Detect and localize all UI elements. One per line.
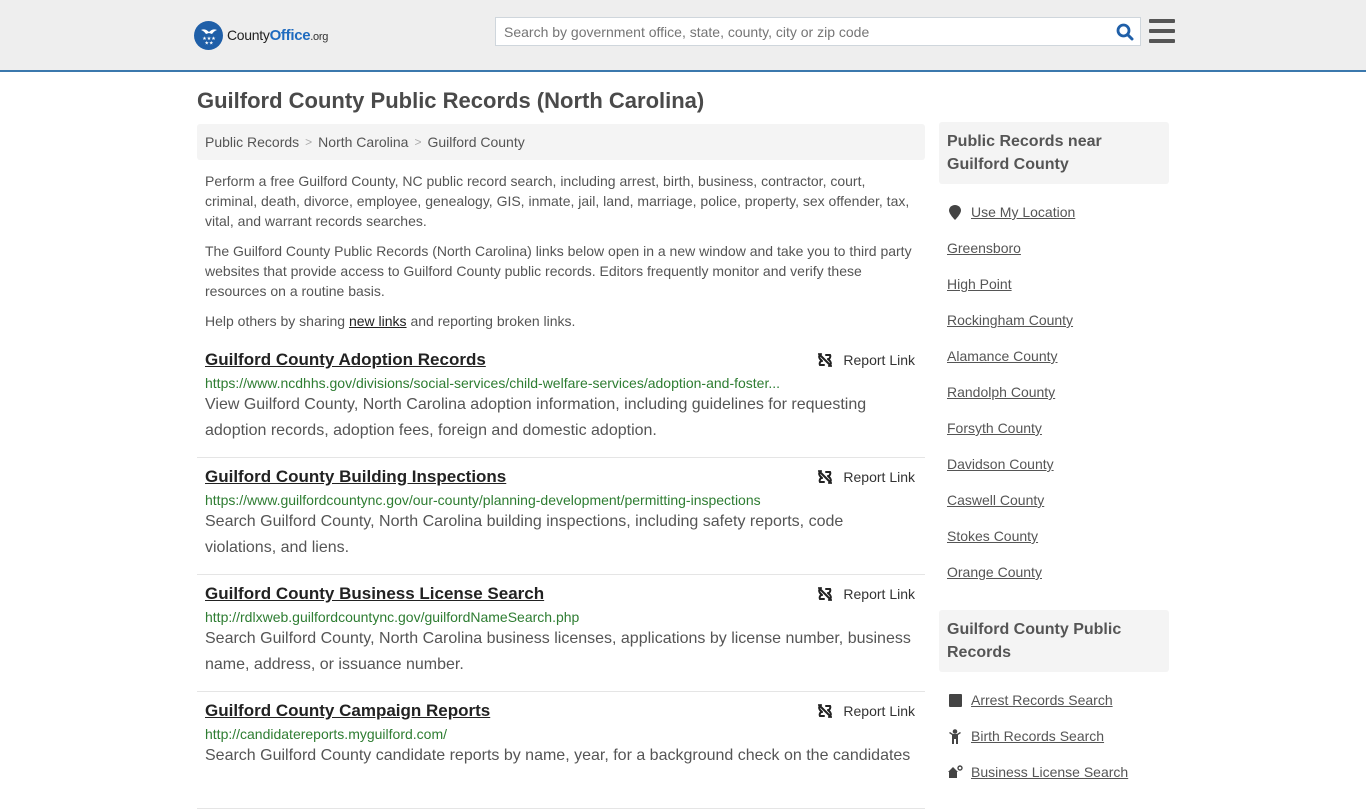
breadcrumb: Public Records > North Carolina > Guilfo…: [197, 124, 925, 160]
business-icon: [947, 765, 963, 779]
breadcrumb-separator: >: [414, 135, 422, 149]
records-list: Guilford County Adoption Records https:/…: [197, 341, 925, 809]
nearby-list: Use My Location Greensboro High Point Ro…: [939, 184, 1169, 590]
business-license-link[interactable]: Business License Search: [971, 764, 1128, 780]
broken-link-icon: [818, 704, 833, 718]
nearby-item: Greensboro: [947, 230, 1161, 266]
nearby-link-greensboro[interactable]: Greensboro: [947, 240, 1021, 256]
record-url[interactable]: http://candidatereports.myguilford.com/: [205, 726, 785, 742]
nearby-link-rockingham-county[interactable]: Rockingham County: [947, 312, 1073, 328]
breadcrumb-public-records[interactable]: Public Records: [205, 134, 299, 150]
county-record-item: Arrest Records Search: [947, 682, 1161, 718]
new-links-link[interactable]: new links: [349, 313, 407, 329]
broken-link-icon: [818, 353, 833, 367]
search-bar: [495, 17, 1141, 46]
nearby-link-stokes-county[interactable]: Stokes County: [947, 528, 1038, 544]
record-item: Guilford County Adoption Records https:/…: [197, 341, 925, 458]
nearby-link-caswell-county[interactable]: Caswell County: [947, 492, 1044, 508]
nearby-link-alamance-county[interactable]: Alamance County: [947, 348, 1058, 364]
record-title-link[interactable]: Guilford County Business License Search: [205, 584, 544, 604]
nearby-link-forsyth-county[interactable]: Forsyth County: [947, 420, 1042, 436]
nearby-link-randolph-county[interactable]: Randolph County: [947, 384, 1055, 400]
arrest-icon: [947, 693, 963, 707]
logo-link[interactable]: ★★★ ★★ CountyOffice.org: [194, 20, 328, 50]
nearby-link-orange-county[interactable]: Orange County: [947, 564, 1042, 580]
county-record-item: Birth Records Search: [947, 718, 1161, 754]
nearby-item: Forsyth County: [947, 410, 1161, 446]
search-button[interactable]: [1110, 18, 1140, 45]
nearby-item: Alamance County: [947, 338, 1161, 374]
record-item: Guilford County Business License Search …: [197, 575, 925, 692]
birth-records-link[interactable]: Birth Records Search: [971, 728, 1104, 744]
record-url[interactable]: https://www.guilfordcountync.gov/our-cou…: [205, 492, 785, 508]
nearby-item: High Point: [947, 266, 1161, 302]
top-header: ★★★ ★★ CountyOffice.org: [0, 0, 1366, 72]
record-title-link[interactable]: Guilford County Campaign Reports: [205, 701, 490, 721]
intro-text: Perform a free Guilford County, NC publi…: [205, 171, 920, 341]
search-input[interactable]: [496, 18, 1110, 45]
record-url[interactable]: http://rdlxweb.guilfordcountync.gov/guil…: [205, 609, 785, 625]
nearby-item: Orange County: [947, 554, 1161, 590]
intro-paragraph: Perform a free Guilford County, NC publi…: [205, 173, 910, 229]
page-title: Guilford County Public Records (North Ca…: [197, 88, 705, 113]
map-marker-icon: [947, 204, 963, 220]
use-my-location-link[interactable]: Use My Location: [971, 204, 1075, 220]
nearby-link-davidson-county[interactable]: Davidson County: [947, 456, 1054, 472]
breadcrumb-separator: >: [305, 135, 313, 149]
eagle-logo-icon: ★★★ ★★: [194, 20, 223, 50]
arrest-records-link[interactable]: Arrest Records Search: [971, 692, 1113, 708]
baby-icon: [947, 728, 963, 744]
report-link-button[interactable]: Report Link: [817, 469, 915, 485]
record-item: Guilford County Building Inspections htt…: [197, 458, 925, 575]
breadcrumb-guilford-county[interactable]: Guilford County: [427, 134, 524, 150]
sidebar: Public Records near Guilford County Use …: [939, 122, 1169, 790]
nearby-item: Caswell County: [947, 482, 1161, 518]
nearby-heading: Public Records near Guilford County: [939, 122, 1169, 184]
record-url[interactable]: https://www.ncdhhs.gov/divisions/social-…: [205, 375, 785, 391]
broken-link-icon: [818, 470, 833, 484]
search-icon: [1116, 23, 1134, 40]
report-link-button[interactable]: Report Link: [817, 703, 915, 719]
svg-text:★★: ★★: [204, 41, 213, 47]
record-title-link[interactable]: Guilford County Building Inspections: [205, 467, 506, 487]
use-my-location-item: Use My Location: [947, 194, 1161, 230]
intro-paragraph: The Guilford County Public Records (Nort…: [205, 243, 912, 299]
nearby-item: Rockingham County: [947, 302, 1161, 338]
county-record-item: Business License Search: [947, 754, 1161, 790]
record-title-link[interactable]: Guilford County Adoption Records: [205, 350, 486, 370]
record-description: Search Guilford County candidate reports…: [205, 747, 911, 764]
broken-link-icon: [818, 587, 833, 601]
county-records-list: Arrest Records Search Birth Records Sear…: [939, 672, 1169, 790]
breadcrumb-north-carolina[interactable]: North Carolina: [318, 134, 408, 150]
nearby-item: Stokes County: [947, 518, 1161, 554]
county-records-heading: Guilford County Public Records: [939, 610, 1169, 672]
record-description: View Guilford County, North Carolina ado…: [205, 396, 867, 439]
nearby-item: Davidson County: [947, 446, 1161, 482]
hamburger-menu-icon[interactable]: [1149, 19, 1175, 43]
report-link-button[interactable]: Report Link: [817, 586, 915, 602]
intro-paragraph: Help others by sharing new links and rep…: [205, 313, 576, 329]
report-link-button[interactable]: Report Link: [817, 352, 915, 368]
record-item: Guilford County Campaign Reports http://…: [197, 692, 925, 809]
nearby-item: Randolph County: [947, 374, 1161, 410]
nearby-link-high-point[interactable]: High Point: [947, 276, 1012, 292]
logo-text: CountyOffice.org: [227, 26, 329, 44]
record-description: Search Guilford County, North Carolina b…: [205, 630, 911, 673]
record-description: Search Guilford County, North Carolina b…: [205, 513, 844, 556]
